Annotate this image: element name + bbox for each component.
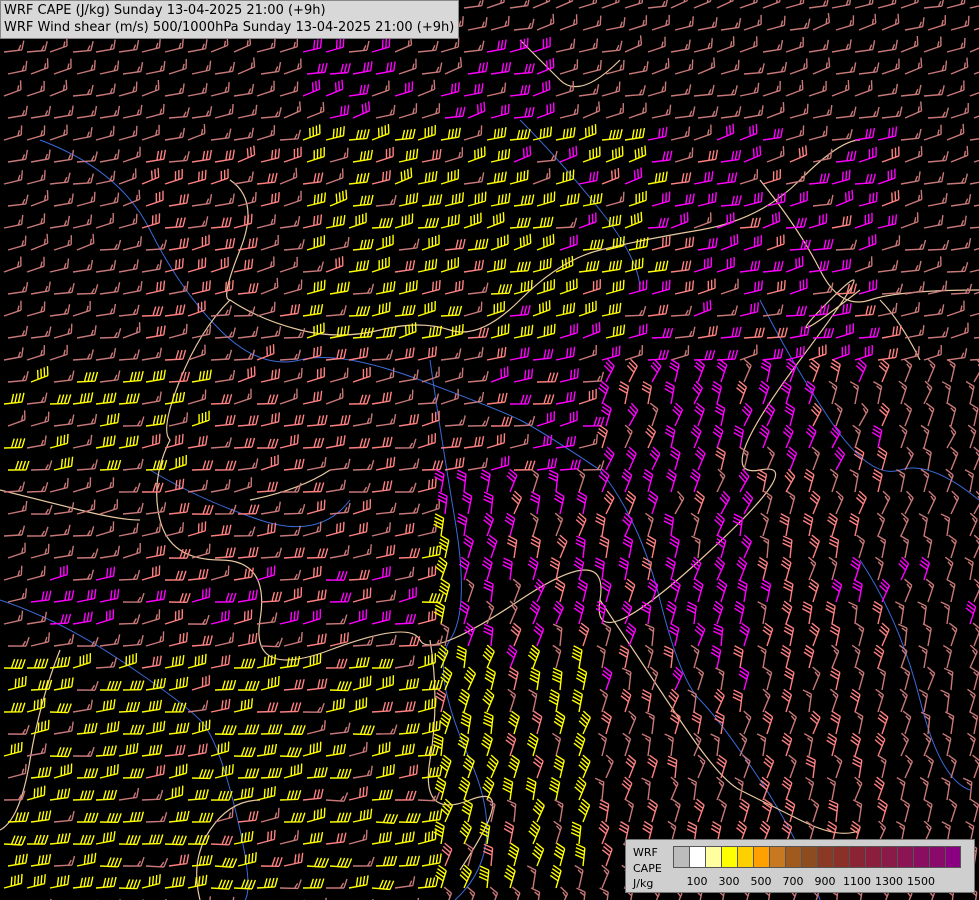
legend-swatch	[897, 846, 913, 868]
legend-swatch	[673, 846, 689, 868]
legend-tick-label: 900	[814, 875, 836, 888]
map-title: WRF CAPE (J/kg) Sunday 13-04-2025 21:00 …	[0, 0, 460, 39]
legend-swatch	[785, 846, 801, 868]
legend-unit: J/kg	[633, 877, 654, 890]
map-background	[0, 0, 979, 900]
legend-color-scale	[673, 846, 961, 868]
legend-model: WRF	[633, 846, 658, 859]
title-cape: WRF CAPE (J/kg) Sunday 13-04-2025 21:00 …	[4, 3, 326, 18]
legend-tick-label: 1500	[907, 875, 935, 888]
title-wind-shear: WRF Wind shear (m/s) 500/1000hPa Sunday …	[4, 20, 455, 35]
legend-swatch	[913, 846, 929, 868]
legend-tick-label: 500	[750, 875, 772, 888]
legend-swatch	[705, 846, 721, 868]
legend-swatch	[881, 846, 897, 868]
legend-swatch	[929, 846, 945, 868]
legend-tick-labels: 100 300 500 700 900 1100 1300 1500	[673, 876, 973, 890]
legend-swatch	[753, 846, 769, 868]
legend-swatch	[849, 846, 865, 868]
legend-tick-label: 1300	[875, 875, 903, 888]
legend-swatch	[801, 846, 817, 868]
legend-swatch	[865, 846, 881, 868]
legend-swatch	[817, 846, 833, 868]
legend-swatch	[721, 846, 737, 868]
legend-swatch	[945, 846, 961, 868]
wind-shear-map	[0, 0, 979, 900]
legend-swatch	[833, 846, 849, 868]
legend-tick-label: 1100	[843, 875, 871, 888]
cape-legend: WRF CAPE J/kg 100 300 500 700 900 1100 1300 150…	[625, 839, 975, 893]
legend-swatch	[689, 846, 705, 868]
legend-field: CAPE	[633, 862, 662, 875]
legend-tick-label: 300	[718, 875, 740, 888]
legend-swatch	[737, 846, 753, 868]
legend-swatch	[769, 846, 785, 868]
legend-tick-label: 700	[782, 875, 804, 888]
legend-tick-label: 100	[686, 875, 708, 888]
